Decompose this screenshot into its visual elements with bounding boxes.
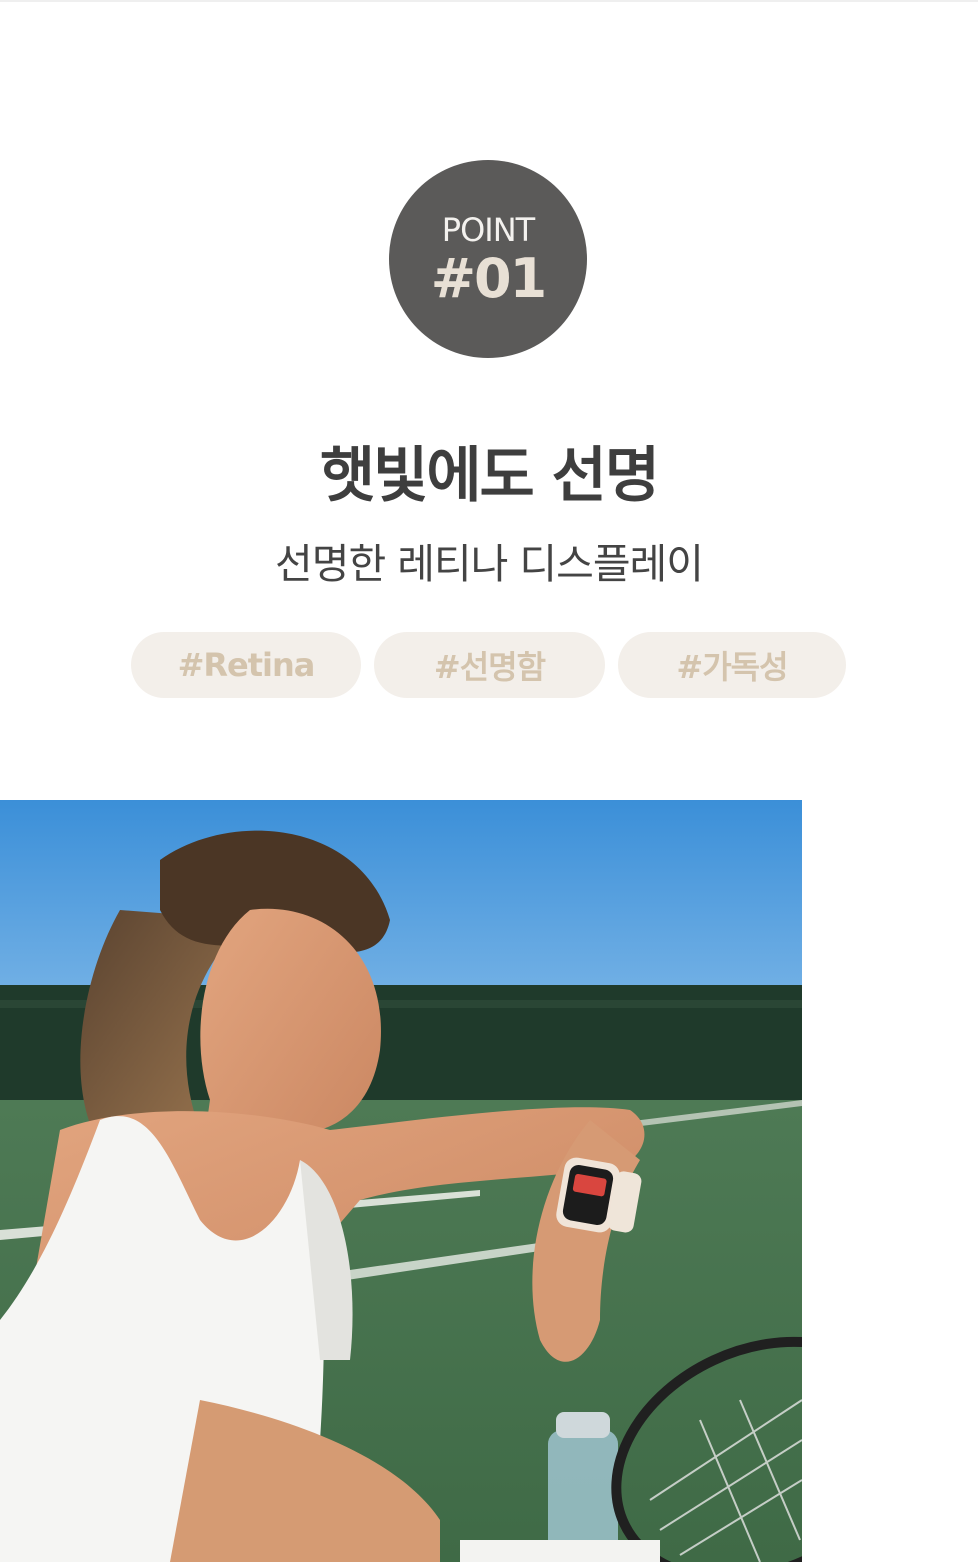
product-lifestyle-photo [0, 800, 802, 1562]
hashtag-chip-sharpness: #선명함 [374, 632, 605, 698]
point-badge-label: POINT [441, 211, 535, 249]
hashtag-list: #Retina #선명함 #가독성 [0, 632, 978, 698]
top-divider [0, 0, 978, 2]
hashtag-chip-readability: #가독성 [618, 632, 846, 698]
hashtag-chip-retina: #Retina [131, 632, 361, 698]
point-badge: POINT #01 [389, 160, 587, 358]
feature-headline: 햇빛에도 선명 [319, 441, 660, 511]
point-badge-number: #01 [430, 247, 547, 310]
feature-subheadline: 선명한 레티나 디스플레이 [275, 540, 704, 588]
